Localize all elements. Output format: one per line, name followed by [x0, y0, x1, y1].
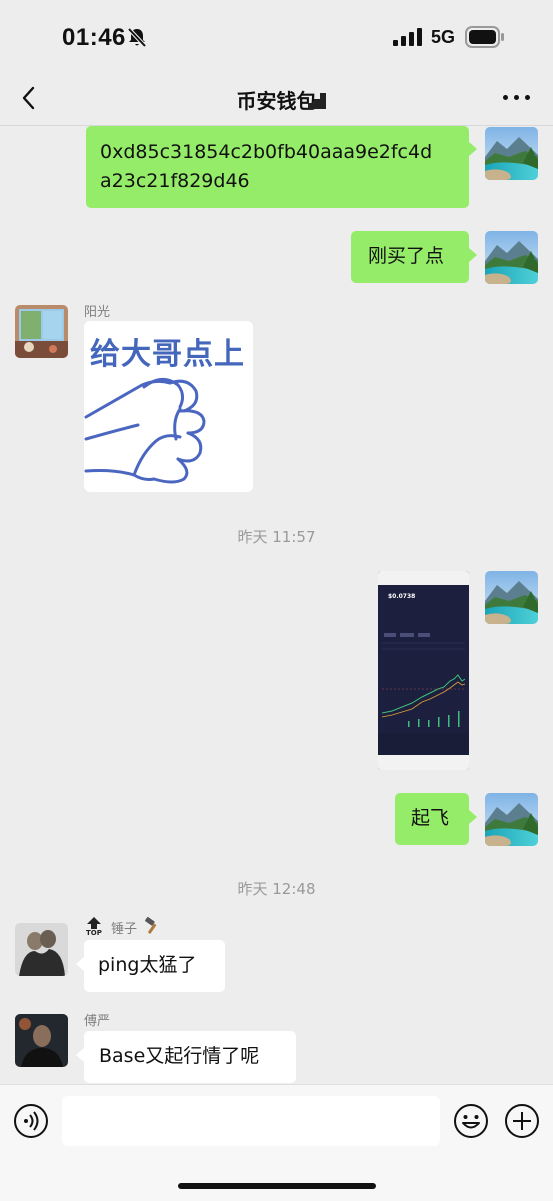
chart-screenshot-image[interactable]: $0.0738: [378, 571, 469, 770]
timestamp: 昨天 11:57: [237, 528, 316, 546]
bubble-tail: [469, 248, 477, 262]
address-line-2: a23c21f829d46: [100, 170, 250, 192]
my-avatar[interactable]: [485, 127, 538, 180]
bubble-tail: [76, 1048, 84, 1062]
timestamp: 昨天 12:48: [237, 880, 316, 898]
emoji-icon[interactable]: [453, 1103, 489, 1139]
add-icon[interactable]: [504, 1103, 540, 1139]
bubble-tail: [469, 142, 477, 156]
sticker-image[interactable]: 给大哥点上: [84, 321, 253, 492]
home-indicator[interactable]: [178, 1183, 376, 1189]
my-avatar[interactable]: [485, 793, 538, 846]
chat-title: 币安钱包: [236, 89, 317, 113]
signal-icon: [393, 28, 422, 46]
my-avatar[interactable]: [485, 231, 538, 284]
bubble-tail: [469, 810, 477, 824]
base-message-bubble[interactable]: Base又起行情了呢: [84, 1031, 296, 1083]
takeoff-message-bubble[interactable]: 起飞: [395, 793, 469, 845]
chat-header: 币安钱包: [0, 75, 553, 126]
hammer-emoji-icon: [145, 917, 157, 934]
ping-message-bubble[interactable]: ping太猛了: [84, 940, 225, 992]
sender-name: 阳光: [84, 305, 111, 320]
status-bar: 01:46 5G: [0, 0, 553, 75]
voice-icon[interactable]: [13, 1103, 49, 1139]
sender-name: 傅严: [84, 1014, 111, 1029]
bubble-tail: [76, 957, 84, 971]
yangguang-avatar[interactable]: [15, 305, 68, 358]
pixel-logo-icon: [308, 93, 326, 109]
fist-bump-drawing: [84, 378, 206, 484]
more-icon[interactable]: [500, 87, 534, 107]
message-input[interactable]: [62, 1096, 440, 1146]
top-badge-icon: [87, 917, 101, 929]
network-type: 5G: [431, 27, 456, 47]
bought-message-bubble[interactable]: 刚买了点: [351, 231, 469, 283]
shot-chart: [378, 633, 469, 770]
hammer-avatar[interactable]: [15, 923, 68, 976]
fuyan-avatar[interactable]: [15, 1014, 68, 1067]
top-badge-label: TOP: [86, 929, 102, 937]
address-line-1: 0xd85c31854c2b0fb40aaa9e2fc4d: [100, 141, 433, 163]
sender-name: 锤子: [111, 922, 138, 937]
address-message-bubble[interactable]: 0xd85c31854c2b0fb40aaa9e2fc4d a23c21f829…: [86, 126, 469, 208]
status-time: 01:46: [62, 24, 126, 51]
muted-bell-icon: [127, 27, 147, 48]
battery-icon: [465, 26, 504, 48]
my-avatar[interactable]: [485, 571, 538, 624]
